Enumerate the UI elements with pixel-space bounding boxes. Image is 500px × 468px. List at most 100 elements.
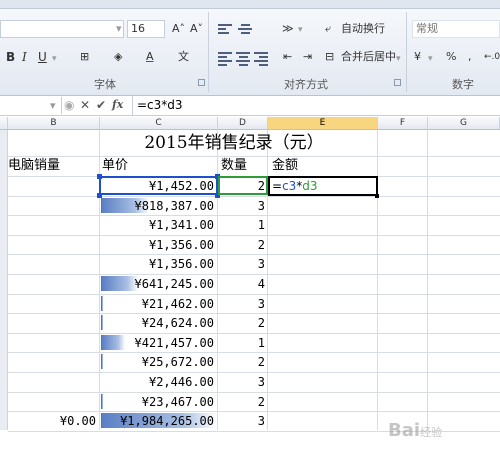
cancel-button[interactable]: ✕ — [80, 98, 90, 112]
align-top-icon[interactable] — [218, 24, 232, 36]
grid-line — [427, 130, 428, 430]
font-size-value: 16 — [131, 22, 145, 35]
grid-line — [8, 391, 500, 393]
column-header-f[interactable]: F — [378, 117, 428, 130]
chevron-down-icon[interactable]: ▾ — [50, 99, 56, 113]
total-sales-cell[interactable]: ¥0.00 — [60, 412, 96, 430]
decrease-indent-icon[interactable]: ⇤ — [283, 50, 292, 64]
currency-dropdown-icon[interactable]: ▾ — [428, 52, 433, 66]
underline-dropdown-icon[interactable]: ▾ — [52, 52, 57, 66]
insert-function-button[interactable]: fx — [112, 98, 123, 112]
unit-price-cell[interactable]: ¥421,457.00 — [135, 334, 214, 352]
ribbon-tab-strip — [0, 0, 500, 9]
quantity-cell[interactable]: 3 — [258, 295, 265, 313]
unit-price-cell[interactable]: ¥641,245.00 — [135, 275, 214, 293]
quantity-cell[interactable]: 2 — [258, 236, 265, 254]
column-header-c[interactable]: C — [100, 117, 218, 130]
row-header-strip[interactable] — [0, 130, 8, 430]
column-header-corner[interactable] — [0, 117, 8, 130]
merge-icon[interactable]: ⊟ — [325, 50, 334, 64]
total-price-cell[interactable]: ¥1,984,265.00 — [120, 412, 214, 430]
comma-style-button[interactable]: , — [468, 50, 472, 64]
column-header-e[interactable]: E — [268, 117, 378, 130]
align-middle-icon[interactable] — [238, 24, 252, 36]
data-bar — [101, 315, 103, 331]
reference-handle[interactable] — [97, 174, 102, 179]
watermark-logo: Bai经验 — [388, 420, 442, 441]
name-box[interactable]: ▾ — [0, 97, 62, 114]
number-format-value: 常规 — [416, 22, 438, 35]
watermark-sub: 经验 — [420, 426, 443, 439]
quantity-cell[interactable]: 3 — [258, 197, 265, 215]
wrap-text-button[interactable]: 自动换行 — [341, 22, 385, 36]
merge-center-button[interactable]: 合并后居中 — [341, 50, 396, 64]
font-dialog-launcher-icon[interactable] — [198, 79, 205, 86]
grow-font-button[interactable]: A˄ — [172, 22, 185, 36]
quantity-cell[interactable]: 1 — [258, 334, 265, 352]
active-cell-formula[interactable]: =c3*d3 — [272, 177, 318, 195]
quantity-cell[interactable]: 4 — [258, 275, 265, 293]
header-quantity[interactable]: 数量 — [221, 157, 247, 175]
shrink-font-button[interactable]: A˅ — [190, 22, 203, 36]
unit-price-cell[interactable]: ¥818,387.00 — [135, 197, 214, 215]
align-left-icon[interactable] — [218, 52, 232, 66]
italic-button[interactable]: I — [22, 50, 27, 64]
border-icon[interactable]: ⊞ — [80, 50, 89, 64]
orientation-icon[interactable]: ≫ — [282, 22, 294, 36]
number-group-label: 数字 — [452, 78, 474, 91]
reference-highlight-d3 — [218, 176, 268, 195]
chevron-down-icon[interactable]: ▾ — [116, 22, 122, 36]
column-header-d[interactable]: D — [218, 117, 268, 130]
unit-price-cell[interactable]: ¥1,341.00 — [149, 216, 214, 234]
grid-line — [8, 372, 500, 373]
formula-input[interactable]: =c3*d3 — [132, 96, 500, 115]
orientation-dropdown-icon[interactable]: ▾ — [298, 23, 303, 37]
confirm-button[interactable]: ✔ — [96, 98, 106, 112]
formula-bar-options-icon[interactable]: ◉ — [64, 98, 74, 112]
font-name-combo[interactable] — [0, 20, 124, 38]
unit-price-cell[interactable]: ¥1,356.00 — [149, 255, 214, 273]
quantity-cell[interactable]: 1 — [258, 216, 265, 234]
quantity-cell[interactable]: 3 — [258, 373, 265, 391]
font-color-button[interactable]: A — [146, 50, 154, 64]
group-separator — [208, 12, 209, 92]
fill-handle[interactable] — [375, 194, 379, 198]
font-size-combo[interactable]: 16 — [127, 20, 165, 38]
unit-price-cell[interactable]: ¥25,672.00 — [142, 353, 214, 371]
quantity-cell[interactable]: 2 — [258, 353, 265, 371]
formula-equals: = — [272, 179, 283, 193]
font-group-label: 字体 — [94, 78, 116, 91]
fill-color-icon[interactable]: ◈ — [114, 50, 122, 64]
sheet-title[interactable]: 2015年销售纪录（元） — [100, 131, 368, 155]
align-center-icon[interactable] — [236, 52, 250, 66]
reference-handle[interactable] — [97, 193, 102, 198]
header-amount[interactable]: 金额 — [272, 157, 298, 175]
header-computer-sales[interactable]: 电脑销量 — [8, 157, 60, 175]
column-header-b[interactable]: B — [8, 117, 100, 130]
merge-dropdown-icon[interactable]: ▾ — [396, 52, 401, 66]
wrap-text-icon[interactable]: ⤶ — [325, 22, 331, 36]
column-header-g[interactable]: G — [428, 117, 500, 130]
total-quantity-cell[interactable]: 3 — [258, 412, 265, 430]
increase-indent-icon[interactable]: ⇥ — [303, 50, 312, 64]
header-unit-price[interactable]: 单价 — [102, 157, 128, 175]
align-right-icon[interactable] — [254, 52, 268, 66]
quantity-cell[interactable]: 2 — [258, 393, 265, 411]
quantity-cell[interactable]: 3 — [258, 255, 265, 273]
phonetic-button[interactable]: 文 — [178, 50, 189, 64]
unit-price-cell[interactable]: ¥21,462.00 — [142, 295, 214, 313]
quantity-cell[interactable]: 2 — [258, 314, 265, 332]
number-format-combo[interactable]: 常规 — [412, 20, 500, 38]
unit-price-cell[interactable]: ¥24,624.00 — [142, 314, 214, 332]
bold-button[interactable]: B — [6, 50, 15, 64]
percent-button[interactable]: % — [446, 50, 456, 64]
reference-highlight-c3 — [99, 176, 218, 195]
underline-button[interactable]: U — [38, 50, 47, 64]
data-bar — [101, 295, 103, 311]
alignment-dialog-launcher-icon[interactable] — [394, 79, 401, 86]
increase-decimal-icon[interactable]: ←.0 — [484, 50, 500, 64]
unit-price-cell[interactable]: ¥1,356.00 — [149, 236, 214, 254]
unit-price-cell[interactable]: ¥2,446.00 — [149, 373, 214, 391]
unit-price-cell[interactable]: ¥23,467.00 — [142, 393, 214, 411]
currency-icon[interactable]: ¥ — [414, 50, 421, 64]
